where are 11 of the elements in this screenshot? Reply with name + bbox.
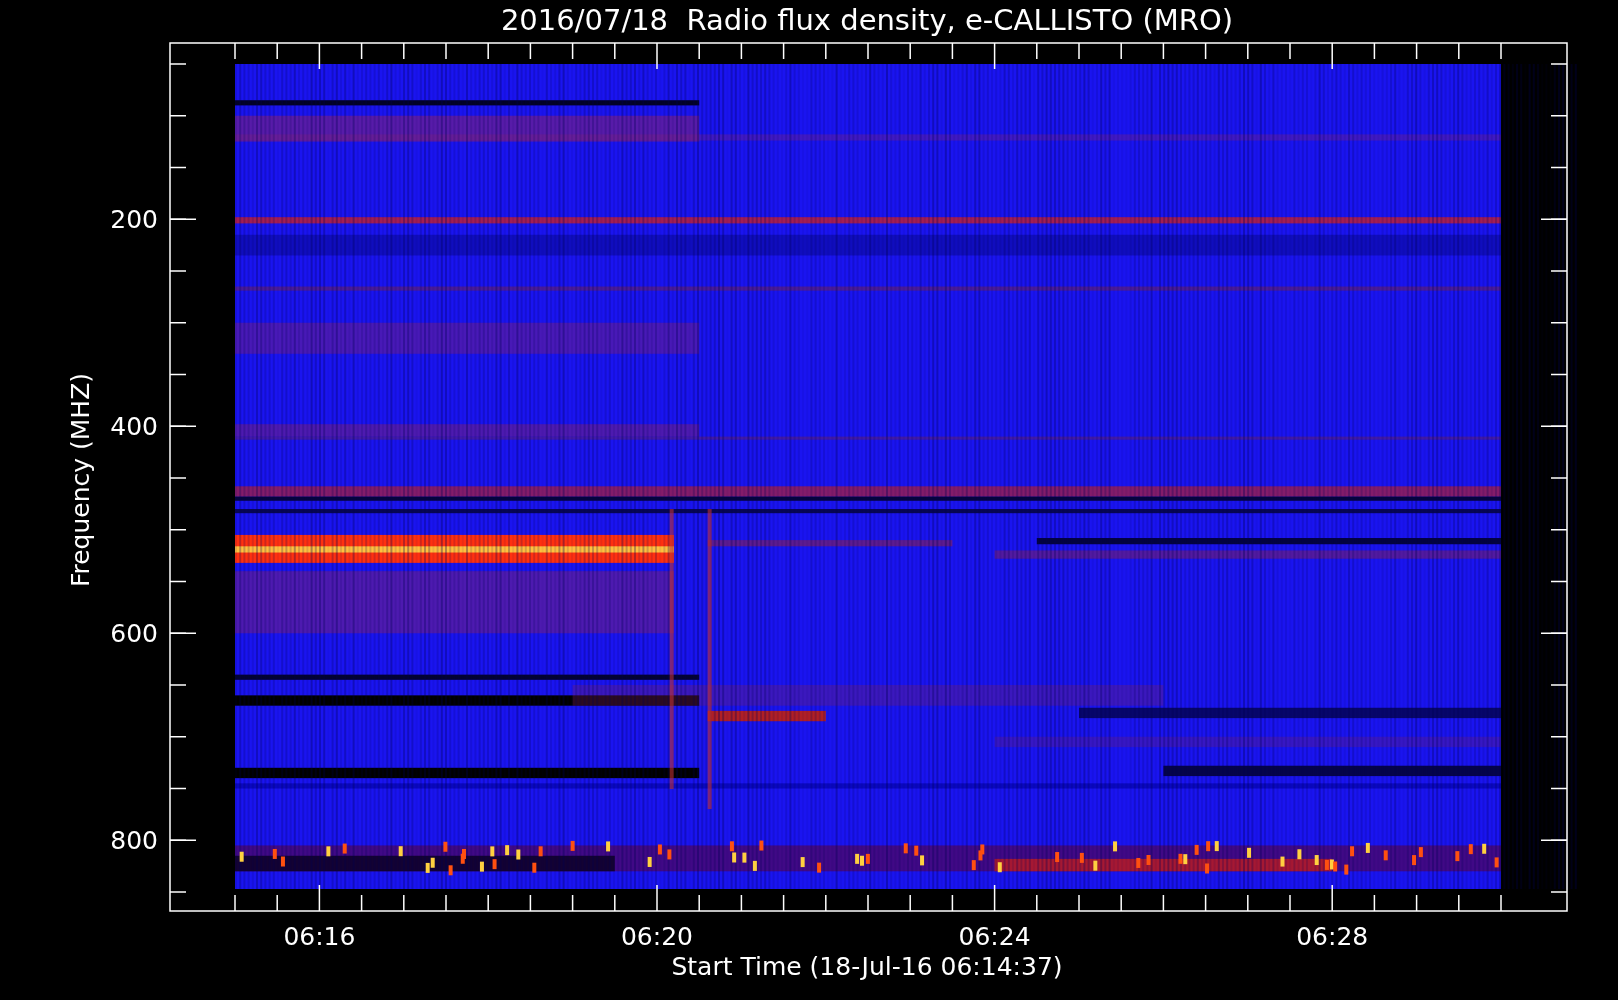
y-tick-label: 200	[110, 205, 158, 235]
y-tick-label: 600	[110, 619, 158, 649]
y-axis-label: Frequency (MHZ)	[66, 372, 95, 588]
y-tick-label: 800	[110, 826, 158, 856]
plot-title: 2016/07/18 Radio flux density, e-CALLISTO (MRO)	[500, 3, 1234, 37]
x-axis-label: Start Time (18-Jul-16 06:14:37)	[671, 952, 1063, 981]
y-tick-label: 400	[110, 412, 158, 442]
x-tick-label: 06:28	[1296, 922, 1369, 951]
x-tick-label: 06:16	[283, 922, 356, 951]
x-tick-label: 06:24	[958, 922, 1031, 951]
x-tick-label: 06:20	[621, 922, 693, 951]
